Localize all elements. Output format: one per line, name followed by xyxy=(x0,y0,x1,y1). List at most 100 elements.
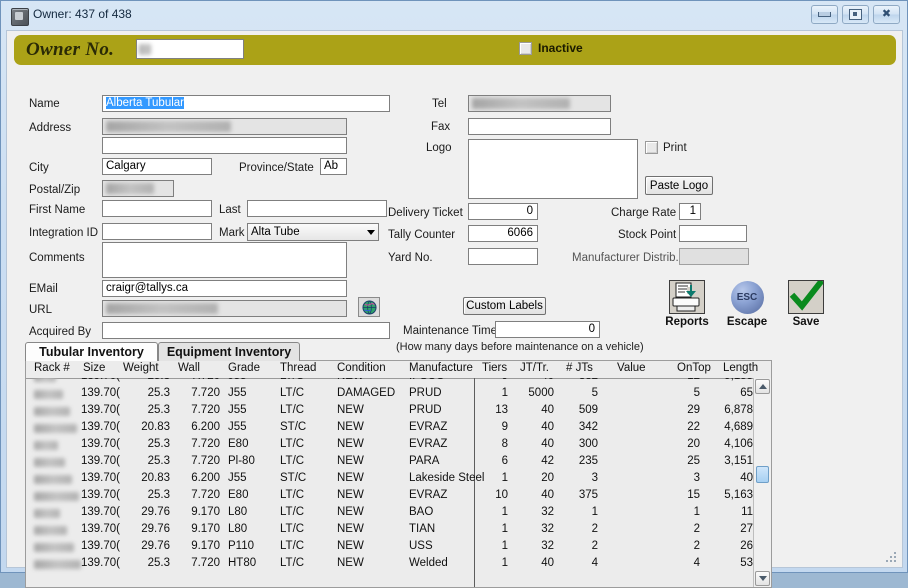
client-area: Owner No. Inactive Name Alberta Tubular … xyxy=(6,30,903,568)
tab-equipment-inventory[interactable]: Equipment Inventory xyxy=(158,342,300,361)
label-manufacturer-distrib: Manufacturer Distrib. xyxy=(572,252,679,264)
cell-thread: ST/C xyxy=(280,421,326,433)
column-header-length[interactable]: Length xyxy=(723,362,758,374)
acquired-by-input[interactable] xyxy=(102,322,390,339)
cell-size: 139.70( xyxy=(81,387,127,399)
column-header-size[interactable]: Size xyxy=(83,362,105,374)
mark-dropdown[interactable]: Alta Tube xyxy=(247,223,379,241)
email-input[interactable]: craigr@tallys.ca xyxy=(102,280,347,297)
comments-textarea[interactable] xyxy=(102,242,347,278)
table-row[interactable]: 139.70(20.836.200J55ST/CNEWLakeside Stee… xyxy=(26,471,753,488)
label-first-name: First Name xyxy=(29,204,85,216)
cell-length: 11.86 xyxy=(710,506,753,518)
column-header-ontop[interactable]: OnTop xyxy=(677,362,711,374)
tab-tubular-inventory[interactable]: Tubular Inventory xyxy=(25,342,158,361)
cell-length: 4,689.94 xyxy=(710,421,753,433)
table-row[interactable]: 139.70(25.37.720J55LT/CDAMAGEDPRUD150005… xyxy=(26,386,753,403)
stock-point-input[interactable] xyxy=(679,225,747,242)
print-checkbox[interactable] xyxy=(645,141,658,154)
column-header-jttr[interactable]: JT/Tr. xyxy=(520,362,549,374)
column-header-jts[interactable]: # JTs xyxy=(566,362,593,374)
page-title: Owner No. xyxy=(26,39,114,61)
cell-weight: 25.3 xyxy=(126,455,170,467)
table-row[interactable]: 139.70(20.836.200J55ST/CNEWEVRAZ94034222… xyxy=(26,420,753,437)
scrollbar-thumb[interactable] xyxy=(756,466,769,483)
column-header-manufacture[interactable]: Manufacture xyxy=(409,362,473,374)
label-yard-no: Yard No. xyxy=(388,252,433,264)
table-row[interactable]: 139.70(29.769.170P110LT/CNEWUSS1322226.6… xyxy=(26,539,753,556)
inactive-checkbox-group[interactable]: Inactive xyxy=(519,41,583,55)
close-button[interactable]: ✖ xyxy=(873,5,900,24)
cell-ontop: 1 xyxy=(666,506,700,518)
table-row[interactable]: 139.70(25.37.720Pl-80LT/CNEWPARA64223525… xyxy=(26,454,753,471)
cell-weight: 25.3 xyxy=(126,387,170,399)
cell-weight: 29.76 xyxy=(126,506,170,518)
cell-ontop: 2 xyxy=(666,523,700,535)
address-line1-input[interactable] xyxy=(102,118,347,135)
owner-no-input[interactable] xyxy=(136,39,244,59)
escape-button[interactable]: ESC Escape xyxy=(720,280,774,328)
cell-tiers: 1 xyxy=(478,523,508,535)
url-input[interactable] xyxy=(102,300,347,317)
column-header-condition[interactable]: Condition xyxy=(337,362,386,374)
table-row[interactable]: 139.70(29.769.170L80LT/CNEWBAO1321111.86 xyxy=(26,505,753,522)
province-state-input[interactable]: Ab xyxy=(320,158,347,175)
redacted-value xyxy=(472,98,570,109)
maximize-button[interactable] xyxy=(842,5,869,24)
esc-glyph: ESC xyxy=(731,281,764,314)
cell-jts: 375 xyxy=(560,489,598,501)
address-line2-input[interactable] xyxy=(102,137,347,154)
table-row[interactable]: 139.70(25.37.720J55LT/CNEWIPSCO940332129… xyxy=(26,378,753,386)
grid-vertical-scrollbar[interactable] xyxy=(753,378,771,587)
name-input[interactable]: Alberta Tubular xyxy=(102,95,390,112)
cell-thread: LT/C xyxy=(280,523,326,535)
cell-jts: 235 xyxy=(560,455,598,467)
last-name-input[interactable] xyxy=(247,200,387,217)
column-header-grade[interactable]: Grade xyxy=(228,362,260,374)
scroll-up-button[interactable] xyxy=(755,379,770,394)
tel-input[interactable] xyxy=(468,95,611,112)
resize-grip[interactable] xyxy=(886,552,898,564)
integration-id-input[interactable] xyxy=(102,223,212,240)
tally-counter-input[interactable]: 6066 xyxy=(468,225,538,242)
logo-preview[interactable] xyxy=(468,139,638,199)
print-checkbox-group[interactable]: Print xyxy=(645,141,687,154)
cell-grade: E80 xyxy=(228,489,274,501)
custom-labels-button[interactable]: Custom Labels xyxy=(463,297,546,315)
inactive-checkbox[interactable] xyxy=(519,42,532,55)
scroll-down-button[interactable] xyxy=(755,571,770,586)
cell-jts: 3 xyxy=(560,472,598,484)
cell-wall: 6.200 xyxy=(176,421,220,433)
maintenance-time-input[interactable]: 0 xyxy=(495,321,600,338)
postal-zip-input[interactable] xyxy=(102,180,174,197)
column-header-value[interactable]: Value xyxy=(617,362,646,374)
table-row[interactable]: 139.70(25.37.720J55LT/CNEWPRUD1340509296… xyxy=(26,403,753,420)
save-label: Save xyxy=(779,316,833,328)
table-row[interactable]: 139.70(25.37.720HT80LT/CNEWWelded1404453… xyxy=(26,556,753,573)
open-url-button[interactable] xyxy=(358,297,380,317)
cell-jts: 332 xyxy=(560,378,598,382)
column-header-thread[interactable]: Thread xyxy=(280,362,316,374)
redacted-rack-number xyxy=(34,492,79,501)
save-button[interactable]: Save xyxy=(779,280,833,328)
yard-no-input[interactable] xyxy=(468,248,538,265)
table-row[interactable]: 139.70(29.769.170L80LT/CNEWTIAN1322227.0… xyxy=(26,522,753,539)
reports-button[interactable]: Reports xyxy=(660,280,714,328)
table-row[interactable]: 139.70(25.37.720E80LT/CNEWEVRAZ840300204… xyxy=(26,437,753,454)
minimize-button[interactable] xyxy=(811,5,838,24)
column-header-tiers[interactable]: Tiers xyxy=(482,362,507,374)
printer-icon xyxy=(669,280,705,314)
table-row[interactable]: 139.70(25.37.720E80LT/CNEWEVRAZ104037515… xyxy=(26,488,753,505)
paste-logo-button[interactable]: Paste Logo xyxy=(645,176,713,195)
column-header-weight[interactable]: Weight xyxy=(123,362,159,374)
column-header-wall[interactable]: Wall xyxy=(178,362,200,374)
charge-rate-input[interactable]: 1 xyxy=(679,203,701,220)
cell-weight: 20.83 xyxy=(126,472,170,484)
delivery-ticket-input[interactable]: 0 xyxy=(468,203,538,220)
cell-length: 5,163.75 xyxy=(710,489,753,501)
fax-input[interactable] xyxy=(468,118,611,135)
first-name-input[interactable] xyxy=(102,200,212,217)
city-input[interactable]: Calgary xyxy=(102,158,212,175)
cell-jts: 1 xyxy=(560,506,598,518)
column-header-rack[interactable]: Rack # xyxy=(34,362,70,374)
